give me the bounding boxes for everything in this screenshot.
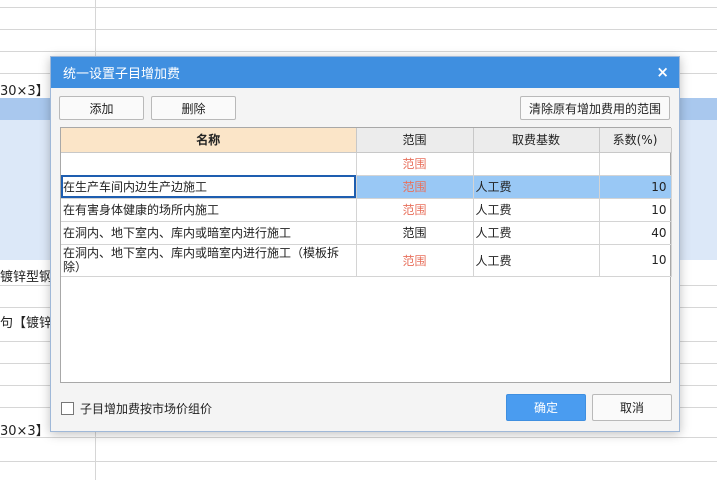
sheet-row (0, 438, 717, 462)
surcharge-grid: 名称 范围 取费基数 系数(%) 范围 在生产车间内边生产边施工 范围 人工费 (60, 127, 672, 383)
cell-name[interactable]: 在生产车间内边生产边施工 (61, 175, 357, 199)
cell-coef[interactable]: 40 (599, 221, 672, 245)
sheet-row (0, 30, 717, 52)
dialog-title: 统一设置子目增加费 (63, 67, 181, 82)
cell-range-link[interactable]: 范围 (356, 244, 474, 277)
cell-coef[interactable]: 10 (599, 175, 672, 199)
dialog-toolbar: 添加 删除 清除原有增加费用的范围 (59, 96, 670, 120)
cell-coef[interactable]: 10 (599, 244, 672, 277)
close-icon[interactable]: × (656, 65, 669, 80)
table-row[interactable]: 在有害身体健康的场所内施工 范围 人工费 10 (61, 198, 672, 222)
cell-coef[interactable] (599, 152, 672, 176)
column-header-coef[interactable]: 系数(%) (599, 128, 672, 153)
table-row[interactable]: 在洞内、地下室内、库内或暗室内进行施工（模板拆除） 范围 人工费 10 (61, 244, 672, 277)
cell-base[interactable]: 人工费 (473, 244, 600, 277)
sheet-row (0, 8, 717, 30)
cell-base[interactable]: 人工费 (473, 221, 600, 245)
market-price-label: 子目增加费按市场价组价 (80, 402, 213, 416)
table-row[interactable]: 在生产车间内边生产边施工 范围 人工费 10 (61, 175, 672, 199)
clear-range-button[interactable]: 清除原有增加费用的范围 (520, 96, 670, 120)
sheet-cell-text: 30×3】 (0, 84, 49, 99)
cell-coef[interactable]: 10 (599, 198, 672, 222)
table-row[interactable]: 范围 (61, 152, 672, 176)
cancel-button[interactable]: 取消 (592, 394, 672, 421)
set-surcharge-dialog: 统一设置子目增加费 × 添加 删除 清除原有增加费用的范围 名称 范围 取费基数… (50, 56, 680, 432)
sheet-row (0, 0, 717, 8)
cell-base[interactable]: 人工费 (473, 198, 600, 222)
cell-name[interactable]: 在洞内、地下室内、库内或暗室内进行施工 (61, 221, 357, 245)
delete-button[interactable]: 删除 (151, 96, 236, 120)
cell-range-link[interactable]: 范围 (356, 152, 474, 176)
market-price-option[interactable]: 子目增加费按市场价组价 (61, 400, 212, 417)
cell-name[interactable]: 在洞内、地下室内、库内或暗室内进行施工（模板拆除） (61, 244, 357, 277)
column-header-base[interactable]: 取费基数 (473, 128, 600, 153)
cell-base[interactable] (473, 152, 600, 176)
cell-range[interactable]: 范围 (356, 221, 474, 245)
cell-base[interactable]: 人工费 (473, 175, 600, 199)
table-row[interactable]: 在洞内、地下室内、库内或暗室内进行施工 范围 人工费 40 (61, 221, 672, 245)
cell-name[interactable]: 在有害身体健康的场所内施工 (61, 198, 357, 222)
table-header-row: 名称 范围 取费基数 系数(%) (61, 128, 672, 153)
dialog-titlebar[interactable]: 统一设置子目增加费 × (51, 57, 679, 88)
column-header-range[interactable]: 范围 (356, 128, 474, 153)
surcharge-table: 名称 范围 取费基数 系数(%) 范围 在生产车间内边生产边施工 范围 人工费 (61, 128, 672, 277)
cell-range-link[interactable]: 范围 (356, 175, 474, 199)
sheet-cell-text: 镀锌型钢 (0, 270, 53, 285)
column-header-name[interactable]: 名称 (61, 128, 357, 153)
ok-button[interactable]: 确定 (506, 394, 586, 421)
add-button[interactable]: 添加 (59, 96, 144, 120)
cell-range-link[interactable]: 范围 (356, 198, 474, 222)
market-price-checkbox[interactable] (61, 402, 74, 415)
cell-name[interactable] (61, 152, 357, 176)
sheet-cell-text: 30×3】 (0, 424, 49, 439)
